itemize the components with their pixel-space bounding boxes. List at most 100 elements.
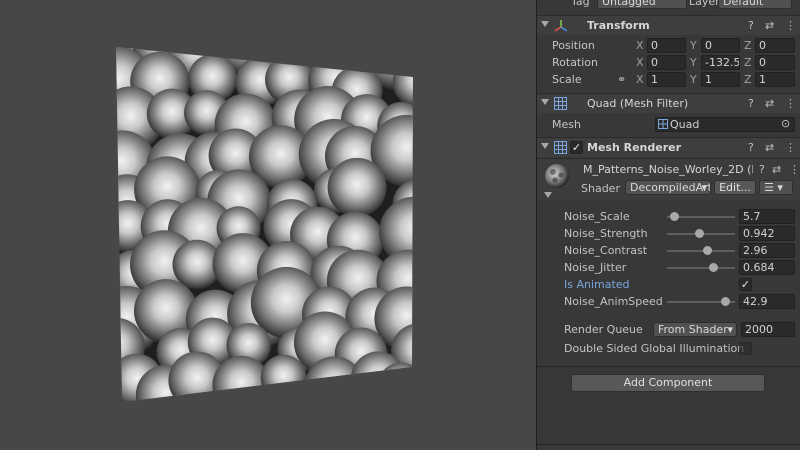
axis-x-label[interactable]: X — [636, 73, 644, 86]
render-queue-field[interactable]: 2000 — [741, 322, 795, 337]
noise-cell — [260, 354, 307, 401]
double-sided-gi-label: Double Sided Global Illumination — [564, 342, 745, 355]
noise-cell — [378, 362, 413, 402]
slider-knob[interactable] — [709, 263, 719, 272]
help-icon[interactable]: ? — [748, 97, 754, 110]
mesh-small-icon — [658, 119, 668, 129]
mesh-label: Mesh — [552, 118, 581, 131]
preset-icon[interactable]: ⇄ — [765, 19, 774, 32]
preset-icon[interactable]: ⇄ — [772, 163, 781, 176]
is-animated-checkbox[interactable]: ✓ — [739, 278, 752, 291]
position-y-field[interactable]: 0 — [701, 38, 740, 53]
scene-view[interactable] — [0, 0, 536, 450]
more-options-icon[interactable]: ⋮ — [789, 163, 800, 176]
help-icon[interactable]: ? — [759, 163, 765, 176]
property-value-field[interactable]: 42.9 — [739, 294, 795, 309]
scale-y-field[interactable]: 1 — [701, 72, 740, 87]
rotation-y-field[interactable]: -132.5: — [701, 55, 740, 70]
render-queue-label: Render Queue — [564, 323, 643, 336]
property-row: Noise_Jitter 0.684 — [537, 259, 800, 276]
shader-dropdown[interactable]: DecompiledArt ▾ — [625, 180, 711, 195]
transform-header[interactable]: Transform ? ⇄ ⋮ — [537, 15, 800, 35]
constrain-proportions-icon[interactable]: ⚭ — [617, 73, 626, 86]
help-icon[interactable]: ? — [748, 141, 754, 154]
transform-icon — [554, 20, 568, 32]
slider-knob[interactable] — [703, 246, 713, 255]
property-label: Noise_Jitter — [564, 261, 627, 274]
axis-x-label[interactable]: X — [636, 56, 644, 69]
property-row: Noise_Strength 0.942 — [537, 225, 800, 242]
tag-label: Tag — [571, 0, 590, 8]
tag-dropdown[interactable]: Untagged — [597, 0, 687, 9]
scale-x-field[interactable]: 1 — [647, 72, 686, 87]
slider-track[interactable] — [667, 267, 735, 269]
axis-y-label[interactable]: Y — [690, 39, 697, 52]
axis-z-label[interactable]: Z — [744, 73, 752, 86]
position-x-field[interactable]: 0 — [647, 38, 686, 53]
help-icon[interactable]: ? — [748, 19, 754, 32]
mesh-object-field[interactable]: Quad — [655, 117, 795, 132]
scale-z-field[interactable]: 1 — [755, 72, 795, 87]
preset-icon[interactable]: ⇄ — [765, 141, 774, 154]
slider-knob[interactable] — [721, 297, 731, 306]
noise-cell — [327, 157, 387, 217]
property-value-field[interactable]: 0.684 — [739, 260, 795, 275]
collapse-caret-icon[interactable] — [541, 99, 549, 105]
noise-cell — [350, 351, 407, 402]
transform-title: Transform — [587, 19, 650, 32]
mesh-renderer-icon — [554, 141, 567, 154]
more-options-icon[interactable]: ⋮ — [785, 19, 796, 32]
add-component-button[interactable]: Add Component — [571, 374, 765, 392]
dropdown-arrow-icon: ▾ — [727, 323, 733, 336]
slider-knob[interactable] — [670, 212, 680, 221]
inspector-panel: Tag Untagged Layer Default Transform ? ⇄… — [536, 0, 800, 450]
object-picker-icon[interactable]: ⊙ — [781, 117, 790, 130]
property-row: Noise_Scale 5.7 — [537, 208, 800, 225]
property-label: Noise_AnimSpeed — [564, 295, 663, 308]
position-z-field[interactable]: 0 — [755, 38, 795, 53]
material-name: M_Patterns_Noise_Worley_2D (M — [583, 163, 753, 176]
axis-y-label[interactable]: Y — [690, 73, 697, 86]
collapse-caret-icon[interactable] — [541, 21, 549, 27]
slider-track[interactable] — [667, 250, 735, 252]
noise-cell — [391, 323, 413, 379]
axis-z-label[interactable]: Z — [744, 56, 752, 69]
axis-x-label[interactable]: X — [636, 39, 644, 52]
collapse-caret-icon[interactable] — [544, 192, 552, 198]
property-value-field[interactable]: 5.7 — [739, 209, 795, 224]
separator — [537, 366, 800, 367]
preset-icon[interactable]: ⇄ — [765, 97, 774, 110]
mesh-renderer-header[interactable]: ✓ Mesh Renderer ? ⇄ ⋮ — [537, 137, 800, 157]
axis-z-label[interactable]: Z — [744, 39, 752, 52]
double-sided-gi-row: Double Sided Global Illumination — [537, 340, 800, 357]
render-queue-row: Render Queue From Shader ▾ 2000 — [537, 321, 800, 338]
more-options-icon[interactable]: ⋮ — [785, 141, 796, 154]
mesh-renderer-enabled-checkbox[interactable]: ✓ — [570, 141, 583, 154]
noise-cell — [296, 47, 346, 73]
shader-options-dropdown[interactable]: ☰ ▾ — [759, 180, 793, 195]
property-value-field[interactable]: 2.96 — [739, 243, 795, 258]
double-sided-gi-checkbox[interactable] — [739, 342, 752, 355]
mesh-filter-header[interactable]: Quad (Mesh Filter) ? ⇄ ⋮ — [537, 93, 800, 113]
shader-value: DecompiledArt — [630, 181, 711, 194]
property-value-field[interactable]: 0.942 — [739, 226, 795, 241]
collapse-caret-icon[interactable] — [541, 143, 549, 149]
rotation-z-field[interactable]: 0 — [755, 55, 795, 70]
layer-dropdown[interactable]: Default — [718, 0, 792, 9]
property-label: Noise_Scale — [564, 210, 630, 223]
rotation-x-field[interactable]: 0 — [647, 55, 686, 70]
position-row: Position X 0 Y 0 Z 0 — [537, 37, 800, 54]
render-queue-dropdown[interactable]: From Shader ▾ — [653, 322, 737, 337]
rotation-label: Rotation — [552, 56, 599, 69]
edit-shader-button[interactable]: Edit... — [714, 180, 756, 195]
list-icon: ☰ ▾ — [764, 181, 783, 194]
material-preview-sphere-icon — [545, 164, 569, 188]
noise-quad[interactable] — [0, 0, 536, 450]
worley-noise-pattern — [116, 47, 413, 402]
scale-row: Scale ⚭ X 1 Y 1 Z 1 — [537, 71, 800, 88]
slider-knob[interactable] — [694, 229, 704, 238]
property-label: Noise_Contrast — [564, 244, 648, 257]
axis-y-label[interactable]: Y — [690, 56, 697, 69]
separator — [537, 444, 800, 445]
more-options-icon[interactable]: ⋮ — [785, 97, 796, 110]
